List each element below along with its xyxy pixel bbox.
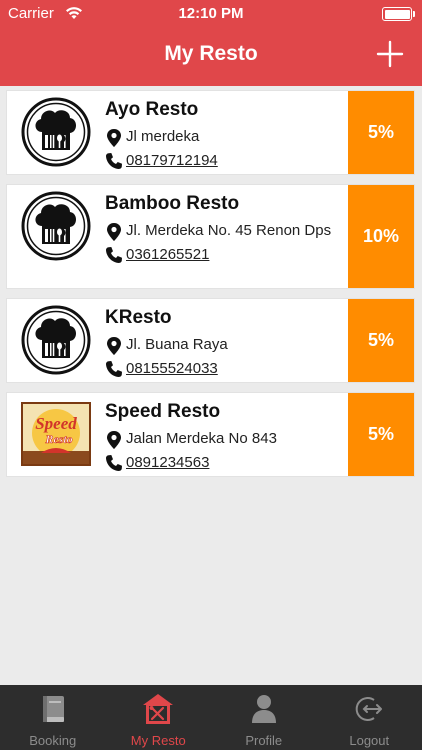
location-pin-icon: [107, 337, 121, 355]
chef-hat-logo-icon: [21, 191, 91, 261]
restaurant-name: Ayo Resto: [105, 99, 199, 120]
discount-badge: 5%: [348, 91, 414, 174]
phone-icon: [106, 361, 122, 377]
chef-hat-logo-icon: [21, 97, 91, 167]
tab-label: Logout: [349, 733, 390, 748]
restaurant-address: Jalan Merdeka No 843: [126, 430, 277, 447]
restaurant-card[interactable]: Ayo Resto Jl merdeka 08179712194 5%: [6, 90, 415, 175]
discount-badge: 5%: [348, 299, 414, 382]
restaurant-phone-link[interactable]: 08179712194: [126, 151, 218, 170]
page-title: My Resto: [164, 42, 258, 65]
tab-label: My Resto: [130, 733, 186, 748]
restaurant-icon: [143, 694, 174, 724]
restaurant-phone-link[interactable]: 0361265521: [126, 245, 209, 264]
phone-icon: [106, 455, 122, 471]
location-pin-icon: [107, 223, 121, 241]
restaurant-phone-link[interactable]: 08155524033: [126, 359, 218, 378]
battery-icon: [382, 7, 415, 21]
restaurant-name: Bamboo Resto: [105, 193, 240, 214]
restaurant-card[interactable]: KResto Jl. Buana Raya 08155524033 5%: [6, 298, 415, 383]
logo-text-resto: Resto: [44, 432, 72, 446]
location-pin-icon: [107, 129, 121, 147]
chef-hat-logo-icon: [21, 305, 91, 375]
restaurant-card[interactable]: Bamboo Resto Jl. Merdeka No. 45 Renon Dp…: [6, 184, 415, 289]
book-icon: [42, 696, 64, 722]
speed-resto-logo-icon: Speed Resto: [21, 402, 91, 466]
tab-bar: Booking My Resto Profile Logout: [0, 685, 422, 750]
status-time: 12:10 PM: [178, 5, 244, 22]
restaurant-phone-link[interactable]: 0891234563: [126, 453, 209, 472]
restaurant-card[interactable]: Speed Resto Speed Resto Jalan Merdeka No…: [6, 392, 415, 477]
phone-icon: [106, 153, 122, 169]
restaurant-address: Jl merdeka: [126, 128, 200, 145]
discount-badge: 10%: [348, 185, 414, 288]
tab-my-resto[interactable]: My Resto: [106, 685, 212, 750]
location-pin-icon: [107, 431, 121, 449]
tab-profile[interactable]: Profile: [211, 685, 317, 750]
tab-label: Booking: [29, 733, 77, 748]
add-button[interactable]: [376, 40, 404, 68]
tab-label: Profile: [245, 733, 283, 748]
restaurant-name: KResto: [105, 307, 172, 328]
logout-icon: [355, 697, 383, 721]
discount-badge: 5%: [348, 393, 414, 476]
restaurant-list: Ayo Resto Jl merdeka 08179712194 5% Bamb…: [6, 90, 415, 486]
navigation-bar: Carrier 12:10 PM My Resto: [0, 0, 422, 86]
logo-text-speed: Speed: [35, 414, 77, 433]
phone-icon: [106, 247, 122, 263]
tab-booking[interactable]: Booking: [0, 685, 106, 750]
restaurant-address: Jl. Merdeka No. 45 Renon Dps: [126, 222, 332, 239]
tab-logout[interactable]: Logout: [317, 685, 422, 750]
restaurant-address: Jl. Buana Raya: [126, 336, 228, 353]
person-icon: [251, 695, 276, 723]
restaurant-name: Speed Resto: [105, 401, 221, 422]
status-bar: Carrier 12:10 PM: [0, 0, 422, 28]
